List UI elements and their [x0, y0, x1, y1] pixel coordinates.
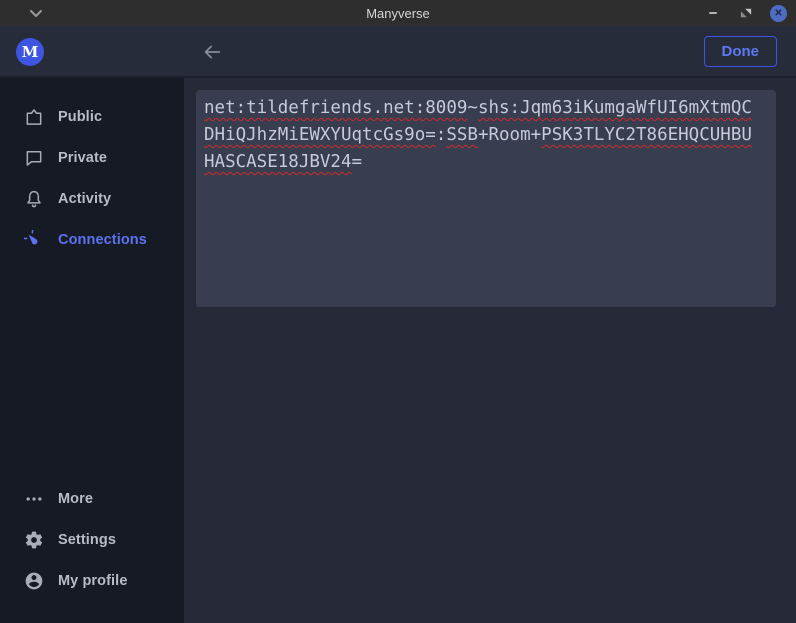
- sidebar: Public Private Activity: [0, 78, 184, 623]
- bell-icon: [24, 189, 44, 209]
- bulletin-board-icon: [24, 107, 44, 127]
- invite-code-line: HASCASE18JBV24=: [204, 149, 768, 176]
- back-button[interactable]: [200, 40, 224, 64]
- app-header: M Done: [0, 26, 796, 78]
- connections-invite-page: net:tildefriends.net:8009~shs:Jqm63iKumg…: [184, 78, 796, 623]
- chat-bubble-icon: [24, 148, 44, 168]
- sidebar-item-label: My profile: [58, 573, 127, 589]
- sidebar-footer-group: More Settings My profile: [0, 478, 184, 601]
- sidebar-item-settings[interactable]: Settings: [0, 519, 184, 560]
- minimize-icon: [709, 12, 717, 14]
- minimize-button[interactable]: [704, 4, 722, 22]
- close-button[interactable]: ✕: [770, 5, 787, 22]
- window-controls: ✕: [704, 0, 787, 26]
- sidebar-item-label: Connections: [58, 232, 147, 248]
- invite-code-line: DHiQJhzMiEWXYUqtcGs9o=:SSB+Room+PSK3TLYC…: [204, 122, 768, 149]
- sidebar-item-label: Activity: [58, 191, 111, 207]
- sidebar-main-group: Public Private Activity: [0, 96, 184, 260]
- sidebar-item-label: More: [58, 491, 93, 507]
- close-icon: ✕: [774, 8, 782, 19]
- done-button[interactable]: Done: [704, 36, 778, 67]
- connections-dish-icon: [24, 230, 44, 250]
- restore-icon: [740, 7, 752, 19]
- sidebar-item-label: Settings: [58, 532, 116, 548]
- sidebar-item-private[interactable]: Private: [0, 137, 184, 178]
- sidebar-item-label: Public: [58, 109, 102, 125]
- back-arrow-icon: [201, 41, 223, 63]
- restore-button[interactable]: [737, 4, 755, 22]
- sidebar-item-label: Private: [58, 150, 107, 166]
- account-circle-icon: [24, 571, 44, 591]
- ellipsis-icon: [24, 489, 44, 509]
- manyverse-logo: M: [16, 38, 44, 66]
- gear-icon: [24, 530, 44, 550]
- sidebar-item-activity[interactable]: Activity: [0, 178, 184, 219]
- window-title: Manyverse: [0, 6, 796, 21]
- sidebar-item-connections[interactable]: Connections: [0, 219, 184, 260]
- sidebar-item-my-profile[interactable]: My profile: [0, 560, 184, 601]
- sidebar-item-public[interactable]: Public: [0, 96, 184, 137]
- invite-code-input[interactable]: net:tildefriends.net:8009~shs:Jqm63iKumg…: [196, 90, 776, 307]
- sidebar-item-more[interactable]: More: [0, 478, 184, 519]
- window-menu-chevron-icon[interactable]: [28, 7, 44, 19]
- invite-code-line: net:tildefriends.net:8009~shs:Jqm63iKumg…: [204, 95, 768, 122]
- window-titlebar: Manyverse ✕: [0, 0, 796, 26]
